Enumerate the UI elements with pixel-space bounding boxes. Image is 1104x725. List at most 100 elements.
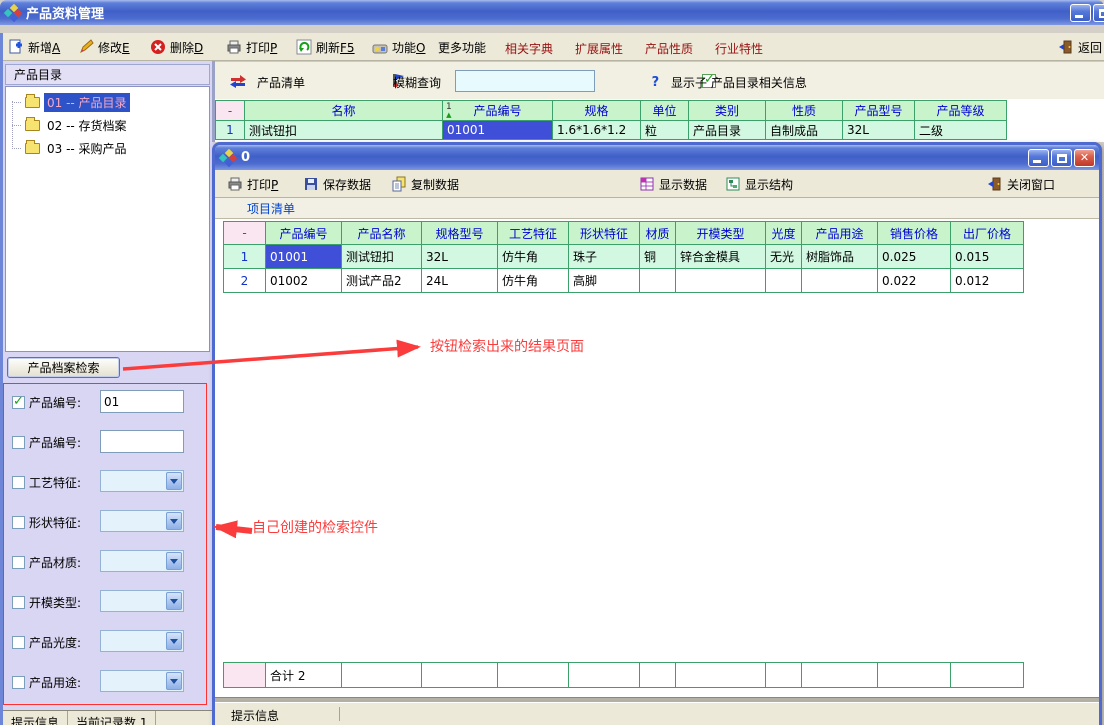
column-header-product-code[interactable]: 产品编号 <box>266 222 342 245</box>
cell[interactable]: 铜 <box>640 245 676 269</box>
cell-product-code-selected[interactable]: 01001 <box>266 245 342 269</box>
column-header-product-code[interactable]: 1产品编号 <box>443 101 553 121</box>
show-data-button[interactable]: 显示数据 <box>639 173 707 195</box>
chevron-down-icon[interactable] <box>166 632 182 650</box>
cell[interactable]: 高脚 <box>569 269 640 293</box>
minimize-button[interactable] <box>1028 149 1049 167</box>
edit-button[interactable]: 修改E <box>78 36 130 58</box>
mold-type-dropdown[interactable] <box>100 590 184 612</box>
checkbox-product-usage[interactable] <box>12 676 25 689</box>
cell[interactable] <box>640 269 676 293</box>
cell[interactable]: 0.015 <box>951 245 1024 269</box>
column-header-property[interactable]: 性质 <box>766 101 843 121</box>
refresh-button[interactable]: 刷新F5 <box>296 36 355 58</box>
delete-button[interactable]: 删除D <box>150 36 203 58</box>
cell[interactable]: 锌合金模具 <box>676 245 766 269</box>
cell[interactable]: 树脂饰品 <box>802 245 878 269</box>
product-list-button[interactable]: 产品清单 <box>257 74 305 91</box>
product-code-input-1[interactable] <box>100 390 184 413</box>
column-header-spec-model[interactable]: 规格型号 <box>422 222 498 245</box>
column-header-spec[interactable]: 规格 <box>553 101 641 121</box>
craft-feature-dropdown[interactable] <box>100 470 184 492</box>
row-number[interactable]: 1 <box>216 121 245 140</box>
column-header-mold-type[interactable]: 开模类型 <box>676 222 766 245</box>
column-header-craft-feature[interactable]: 工艺特征 <box>498 222 569 245</box>
tree-item-stock-archive[interactable]: 02 -- 存货档案 <box>12 116 130 134</box>
cell-name[interactable]: 测试钮扣 <box>245 121 443 140</box>
cell[interactable]: 无光 <box>766 245 802 269</box>
cell-spec[interactable]: 1.6*1.6*1.2 <box>553 121 641 140</box>
column-header-category[interactable]: 类别 <box>689 101 766 121</box>
maximize-button[interactable] <box>1093 4 1104 22</box>
cell[interactable]: 测试钮扣 <box>342 245 422 269</box>
column-header-grade[interactable]: 产品等级 <box>915 101 1007 121</box>
cell[interactable] <box>676 269 766 293</box>
cell-category[interactable]: 产品目录 <box>689 121 766 140</box>
cell[interactable]: 测试产品2 <box>342 269 422 293</box>
checkbox-product-gloss[interactable] <box>12 636 25 649</box>
fuzzy-query-input[interactable] <box>455 70 595 92</box>
column-header-sale-price[interactable]: 销售价格 <box>878 222 951 245</box>
fuzzy-query-button[interactable]: 模糊查询 <box>393 74 441 91</box>
column-header-name[interactable]: 名称 <box>245 101 443 121</box>
column-header[interactable]: - <box>216 101 245 121</box>
copy-data-button[interactable]: 复制数据 <box>391 173 459 195</box>
column-header-shape-feature[interactable]: 形状特征 <box>569 222 640 245</box>
chevron-down-icon[interactable] <box>166 592 182 610</box>
help-icon[interactable]: ? <box>652 75 660 90</box>
cell[interactable]: 0.025 <box>878 245 951 269</box>
chevron-down-icon[interactable] <box>166 672 182 690</box>
product-usage-dropdown[interactable] <box>100 670 184 692</box>
menu-industry-features[interactable]: 行业特性 <box>715 40 763 57</box>
column-header-material[interactable]: 材质 <box>640 222 676 245</box>
tab-hint-info[interactable]: 提示信息 <box>3 711 68 725</box>
chevron-down-icon[interactable] <box>166 512 182 530</box>
cell[interactable]: 仿牛角 <box>498 245 569 269</box>
menu-extended-attributes[interactable]: 扩展属性 <box>575 40 623 57</box>
cell[interactable]: 珠子 <box>569 245 640 269</box>
row-number[interactable]: 2 <box>224 269 266 293</box>
function-button[interactable]: 功能O <box>372 36 425 58</box>
close-window-button[interactable]: 关闭窗口 <box>987 173 1055 195</box>
checkbox-mold-type[interactable] <box>12 596 25 609</box>
shape-feature-dropdown[interactable] <box>100 510 184 532</box>
cell-unit[interactable]: 粒 <box>641 121 689 140</box>
maximize-button[interactable] <box>1051 149 1072 167</box>
checkbox-shape-feature[interactable] <box>12 516 25 529</box>
column-header-factory-price[interactable]: 出厂价格 <box>951 222 1024 245</box>
menu-related-dictionary[interactable]: 相关字典 <box>505 40 553 57</box>
close-icon[interactable]: ✕ <box>1074 149 1095 167</box>
more-functions-button[interactable]: 更多功能 <box>438 36 486 58</box>
show-structure-button[interactable]: 显示结构 <box>725 173 793 195</box>
print-button[interactable]: 打印P <box>227 173 278 195</box>
cell[interactable]: 32L <box>422 245 498 269</box>
cell[interactable]: 0.022 <box>878 269 951 293</box>
cell-product-code-selected[interactable]: 01001 <box>443 121 553 140</box>
row-number[interactable]: 1 <box>224 245 266 269</box>
product-material-dropdown[interactable] <box>100 550 184 572</box>
column-header[interactable]: - <box>224 222 266 245</box>
tab-record-count[interactable]: 当前记录数 1 <box>68 711 156 725</box>
column-header-model[interactable]: 产品型号 <box>843 101 915 121</box>
checkbox-product-material[interactable] <box>12 556 25 569</box>
cell[interactable]: 仿牛角 <box>498 269 569 293</box>
cell-model[interactable]: 32L <box>843 121 915 140</box>
tab-item-list[interactable]: 项目清单 <box>247 200 295 217</box>
product-code-input-2[interactable] <box>100 430 184 453</box>
tree-item-product-catalog[interactable]: 01 -- 产品目录 <box>12 93 130 111</box>
product-archive-search-button[interactable]: 产品档案检索 <box>7 357 120 378</box>
checkbox-craft-feature[interactable] <box>12 476 25 489</box>
column-header-gloss[interactable]: 光度 <box>766 222 802 245</box>
chevron-down-icon[interactable] <box>166 472 182 490</box>
save-data-button[interactable]: 保存数据 <box>303 173 371 195</box>
tree-item-purchase-products[interactable]: 03 -- 采购产品 <box>12 139 130 157</box>
cell[interactable]: 01002 <box>266 269 342 293</box>
cell[interactable] <box>802 269 878 293</box>
minimize-button[interactable] <box>1070 4 1091 22</box>
cell-property[interactable]: 自制成品 <box>766 121 843 140</box>
chevron-down-icon[interactable] <box>166 552 182 570</box>
cell[interactable]: 24L <box>422 269 498 293</box>
print-button[interactable]: 打印P <box>226 36 277 58</box>
cell[interactable] <box>766 269 802 293</box>
product-gloss-dropdown[interactable] <box>100 630 184 652</box>
